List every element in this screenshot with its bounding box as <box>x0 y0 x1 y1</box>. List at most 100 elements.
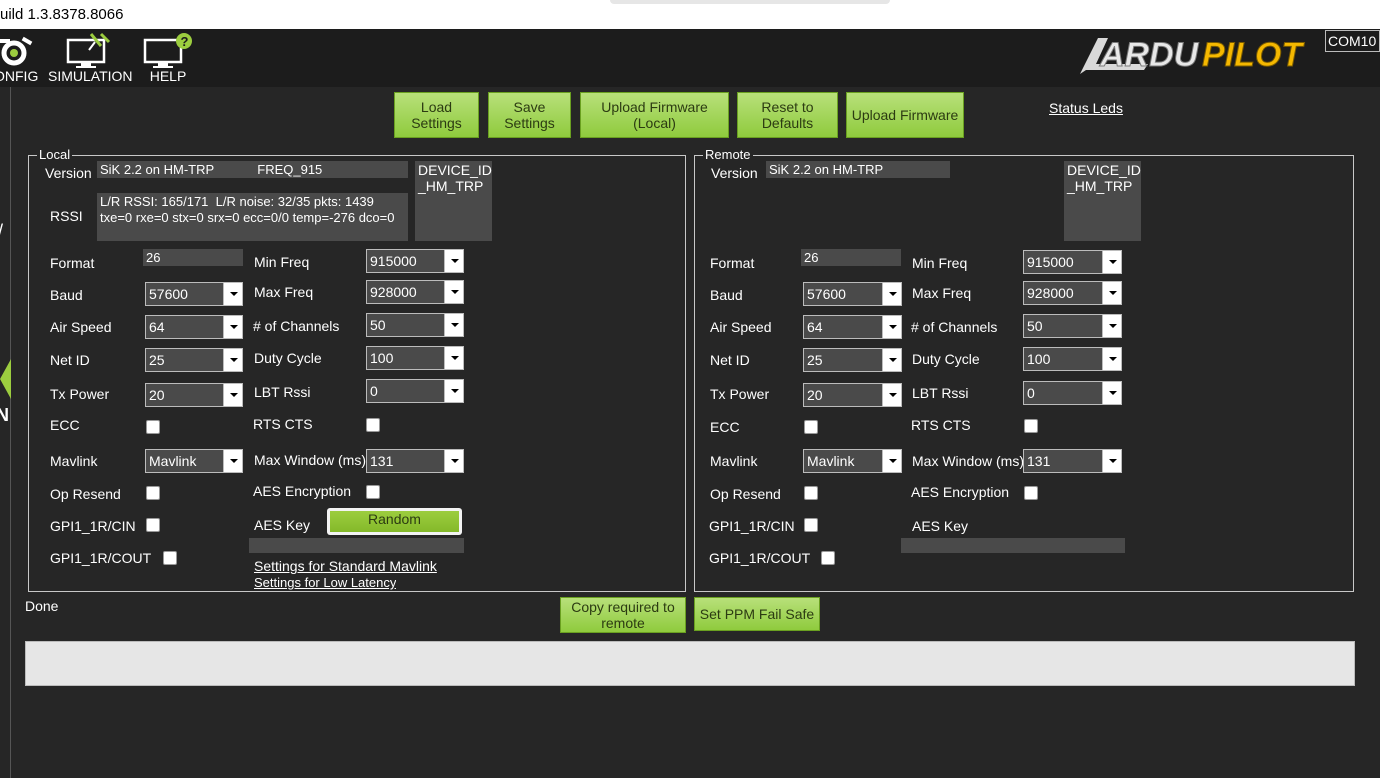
remote-maxfreq-select[interactable]: 928000 <box>1023 281 1122 305</box>
local-duty-value: 100 <box>370 350 394 366</box>
local-lbt-select[interactable]: 0 <box>366 379 464 403</box>
remote-opresend-label: Op Resend <box>710 486 781 502</box>
local-maxwindow-select[interactable]: 131 <box>366 449 464 473</box>
remote-txpower-label: Tx Power <box>710 386 770 402</box>
dropdown-arrow-icon <box>882 384 901 406</box>
remote-minfreq-value: 915000 <box>1027 254 1074 270</box>
remote-lbt-label: LBT Rssi <box>912 385 969 401</box>
local-airspeed-label: Air Speed <box>50 319 112 335</box>
side-glyph-n: N <box>0 405 9 425</box>
remote-airspeed-label: Air Speed <box>710 319 772 335</box>
local-mavlink-select[interactable]: Mavlink <box>145 449 243 473</box>
local-duty-select[interactable]: 100 <box>366 346 464 370</box>
remote-mavlink-label: Mavlink <box>710 453 758 469</box>
dropdown-arrow-icon <box>882 450 901 472</box>
local-ecc-label: ECC <box>50 417 80 433</box>
menu-bar: ONFIG SIMULATION ? HELP ARDU PILOT COM10 <box>0 29 1380 87</box>
remote-gpi-cout-checkbox[interactable] <box>821 551 835 565</box>
low-latency-link[interactable]: Settings for Low Latency <box>254 575 396 590</box>
local-aes-key-input[interactable] <box>249 538 464 553</box>
local-minfreq-label: Min Freq <box>254 254 310 270</box>
dropdown-arrow-icon <box>1102 282 1121 304</box>
dropdown-arrow-icon <box>1102 450 1121 472</box>
remote-maxfreq-value: 928000 <box>1027 285 1074 301</box>
local-gpi-cin-checkbox[interactable] <box>146 518 160 532</box>
remote-netid-select[interactable]: 25 <box>803 348 902 372</box>
local-maxfreq-select[interactable]: 928000 <box>366 280 464 304</box>
local-maxfreq-value: 928000 <box>370 284 417 300</box>
local-aes-key-label: AES Key <box>254 517 311 533</box>
local-ecc-checkbox[interactable] <box>146 420 160 434</box>
remote-ecc-label: ECC <box>710 419 740 435</box>
remote-gpi-cin-checkbox[interactable] <box>804 518 818 532</box>
remote-minfreq-select[interactable]: 915000 <box>1023 250 1122 274</box>
log-output-box[interactable] <box>25 641 1355 686</box>
local-txpower-value: 20 <box>149 387 165 403</box>
local-channels-value: 50 <box>370 317 386 333</box>
remote-airspeed-select[interactable]: 64 <box>803 315 902 339</box>
local-baud-label: Baud <box>50 287 83 303</box>
local-lbt-label: LBT Rssi <box>254 384 311 400</box>
set-ppm-failsafe-button[interactable]: Set PPM Fail Safe <box>694 597 820 631</box>
remote-rtscts-checkbox[interactable] <box>1024 419 1038 433</box>
local-rssi-value: L/R RSSI: 165/171 L/R noise: 32/35 pkts:… <box>97 193 408 241</box>
dropdown-arrow-icon <box>1102 348 1121 370</box>
remote-version-value: SiK 2.2 on HM-TRP <box>766 161 950 178</box>
remote-aes-key-input[interactable] <box>901 538 1125 553</box>
window-titlebar: uild 1.3.8378.8066 <box>0 0 1380 29</box>
local-minfreq-select[interactable]: 915000 <box>366 249 464 273</box>
local-minfreq-value: 915000 <box>370 253 417 269</box>
svg-text:ARDU: ARDU <box>1099 36 1200 74</box>
status-done-label: Done <box>25 598 59 614</box>
menu-config[interactable]: ONFIG <box>0 29 40 87</box>
local-channels-select[interactable]: 50 <box>366 313 464 337</box>
dropdown-arrow-icon <box>444 450 463 472</box>
local-txpower-select[interactable]: 20 <box>145 383 243 407</box>
remote-baud-select[interactable]: 57600 <box>803 282 902 306</box>
dropdown-arrow-icon <box>223 450 242 472</box>
load-settings-button[interactable]: Load Settings <box>394 92 479 138</box>
std-mavlink-link[interactable]: Settings for Standard Mavlink <box>254 558 437 574</box>
remote-format-value: 26 <box>801 249 901 266</box>
local-rtscts-checkbox[interactable] <box>366 418 380 432</box>
local-airspeed-select[interactable]: 64 <box>145 315 243 339</box>
reset-defaults-button[interactable]: Reset to Defaults <box>737 92 838 138</box>
remote-aes-enc-checkbox[interactable] <box>1024 486 1038 500</box>
remote-version-label: Version <box>711 165 758 181</box>
remote-ecc-checkbox[interactable] <box>804 420 818 434</box>
random-key-button[interactable]: Random <box>327 508 462 535</box>
remote-maxwindow-select[interactable]: 131 <box>1023 449 1122 473</box>
remote-duty-select[interactable]: 100 <box>1023 347 1122 371</box>
save-settings-button[interactable]: Save Settings <box>488 92 571 138</box>
remote-mavlink-value: Mavlink <box>807 453 855 469</box>
local-format-value: 26 <box>143 249 243 266</box>
remote-lbt-select[interactable]: 0 <box>1023 381 1122 405</box>
upload-firmware-local-button[interactable]: Upload Firmware (Local) <box>580 92 729 138</box>
menu-help[interactable]: ? HELP <box>140 29 196 87</box>
collapse-arrow-icon[interactable] <box>0 359 11 399</box>
local-netid-select[interactable]: 25 <box>145 348 243 372</box>
copy-to-remote-button[interactable]: Copy required to remote <box>560 597 686 633</box>
remote-baud-label: Baud <box>710 287 743 303</box>
com-port-select[interactable]: COM10 <box>1325 30 1380 52</box>
menu-simulation[interactable]: SIMULATION <box>48 29 133 87</box>
simulation-monitor-icon <box>66 32 111 68</box>
local-rtscts-label: RTS CTS <box>253 416 313 432</box>
remote-txpower-select[interactable]: 20 <box>803 383 902 407</box>
svg-text:?: ? <box>181 34 189 49</box>
local-opresend-checkbox[interactable] <box>146 486 160 500</box>
local-baud-select[interactable]: 57600 <box>145 282 243 306</box>
dropdown-arrow-icon <box>1102 251 1121 273</box>
status-leds-link[interactable]: Status Leds <box>1049 100 1123 116</box>
remote-aes-key-label: AES Key <box>912 518 969 534</box>
dropdown-arrow-icon <box>444 314 463 336</box>
local-netid-value: 25 <box>149 352 165 368</box>
remote-maxwindow-label: Max Window (ms) <box>912 453 1025 469</box>
local-gpi-cin-label: GPI1_1R/CIN <box>50 518 136 534</box>
upload-firmware-button[interactable]: Upload Firmware <box>846 92 964 138</box>
remote-mavlink-select[interactable]: Mavlink <box>803 449 902 473</box>
local-aes-enc-checkbox[interactable] <box>366 485 380 499</box>
local-gpi-cout-checkbox[interactable] <box>163 551 177 565</box>
remote-channels-select[interactable]: 50 <box>1023 314 1122 338</box>
remote-opresend-checkbox[interactable] <box>804 486 818 500</box>
